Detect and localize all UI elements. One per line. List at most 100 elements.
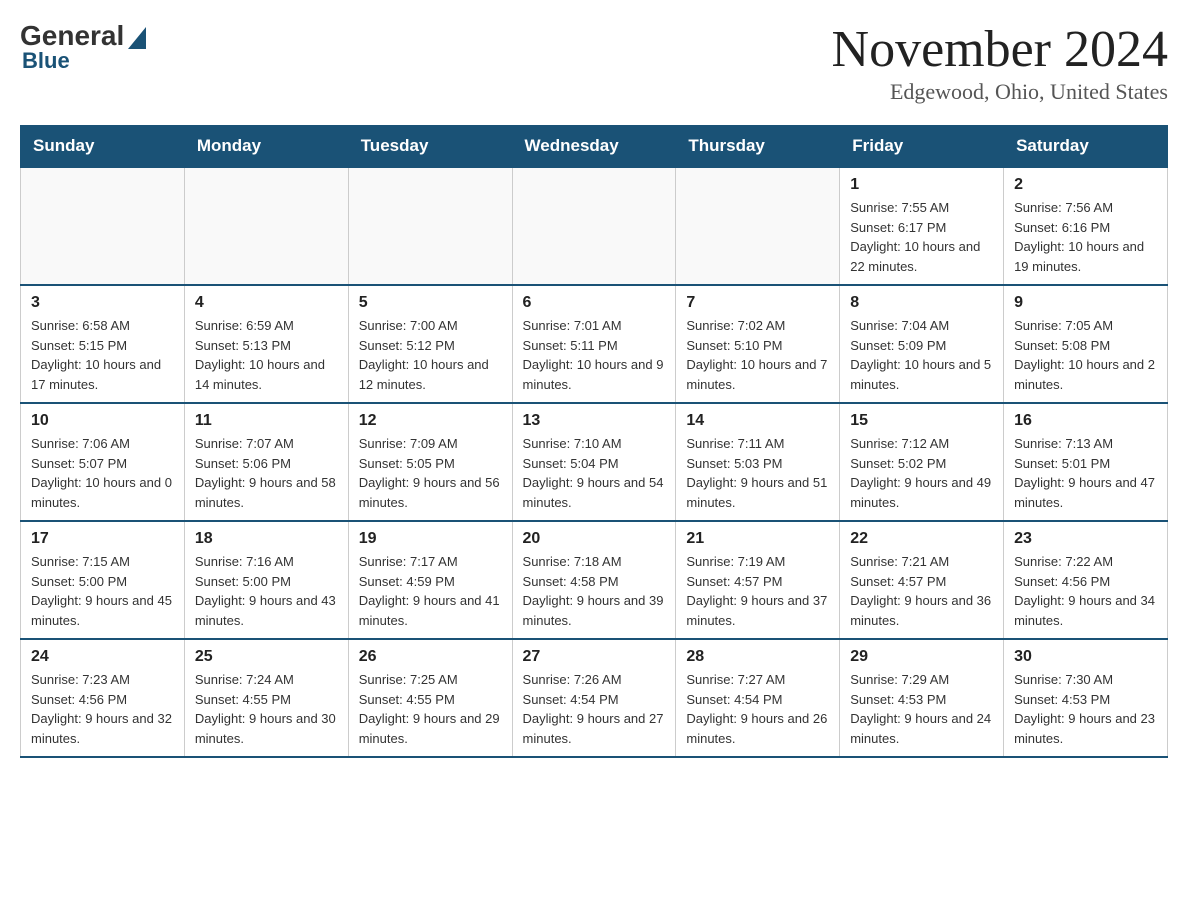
day-info: Sunrise: 7:29 AM Sunset: 4:53 PM Dayligh… [850,670,993,748]
calendar-cell: 29 Sunrise: 7:29 AM Sunset: 4:53 PM Dayli… [840,639,1004,757]
day-info: Sunrise: 7:00 AM Sunset: 5:12 PM Dayligh… [359,316,502,394]
calendar-cell: 11Sunrise: 7:07 AM Sunset: 5:06 PM Dayli… [184,403,348,521]
day-info: Sunrise: 7:27 AM Sunset: 4:54 PM Dayligh… [686,670,829,748]
day-number: 9 [1014,294,1157,312]
day-info: Sunrise: 7:12 AM Sunset: 5:02 PM Dayligh… [850,434,993,512]
day-number: 4 [195,294,338,312]
calendar-cell [21,167,185,285]
day-number: 8 [850,294,993,312]
calendar-cell [348,167,512,285]
day-info: Sunrise: 7:06 AM Sunset: 5:07 PM Dayligh… [31,434,174,512]
calendar-week-row: 17 Sunrise: 7:15 AM Sunset: 5:00 PM Dayli… [21,521,1168,639]
calendar-cell: 7 Sunrise: 7:02 AM Sunset: 5:10 PM Daylig… [676,285,840,403]
day-info: Sunrise: 7:10 AM Sunset: 5:04 PM Dayligh… [523,434,666,512]
day-info: Sunrise: 6:59 AM Sunset: 5:13 PM Dayligh… [195,316,338,394]
day-number: 6 [523,294,666,312]
day-number: 1 [850,176,993,194]
day-number: 27 [523,648,666,666]
day-number: 19 [359,530,502,548]
weekday-header-tuesday: Tuesday [348,126,512,168]
title-section: November 2024 Edgewood, Ohio, United Sta… [832,20,1168,105]
calendar-cell: 16 Sunrise: 7:13 AM Sunset: 5:01 PM Dayli… [1004,403,1168,521]
calendar-cell: 12 Sunrise: 7:09 AM Sunset: 5:05 PM Dayli… [348,403,512,521]
day-number: 17 [31,530,174,548]
calendar-cell: 15 Sunrise: 7:12 AM Sunset: 5:02 PM Dayli… [840,403,1004,521]
day-info: Sunrise: 7:19 AM Sunset: 4:57 PM Dayligh… [686,552,829,630]
calendar-cell [184,167,348,285]
day-info: Sunrise: 7:26 AM Sunset: 4:54 PM Dayligh… [523,670,666,748]
day-number: 20 [523,530,666,548]
calendar-cell: 2 Sunrise: 7:56 AM Sunset: 6:16 PM Daylig… [1004,167,1168,285]
calendar-cell: 28 Sunrise: 7:27 AM Sunset: 4:54 PM Dayli… [676,639,840,757]
calendar-cell: 4 Sunrise: 6:59 AM Sunset: 5:13 PM Daylig… [184,285,348,403]
calendar-cell: 5 Sunrise: 7:00 AM Sunset: 5:12 PM Daylig… [348,285,512,403]
weekday-header-friday: Friday [840,126,1004,168]
calendar-cell: 17 Sunrise: 7:15 AM Sunset: 5:00 PM Dayli… [21,521,185,639]
calendar-cell: 13 Sunrise: 7:10 AM Sunset: 5:04 PM Dayli… [512,403,676,521]
day-info: Sunrise: 7:01 AM Sunset: 5:11 PM Dayligh… [523,316,666,394]
day-info: Sunrise: 7:11 AM Sunset: 5:03 PM Dayligh… [686,434,829,512]
calendar-cell: 10 Sunrise: 7:06 AM Sunset: 5:07 PM Dayli… [21,403,185,521]
day-number: 25 [195,648,338,666]
day-number: 5 [359,294,502,312]
day-info: Sunrise: 7:24 AM Sunset: 4:55 PM Dayligh… [195,670,338,748]
calendar-table: SundayMondayTuesdayWednesdayThursdayFrid… [20,125,1168,758]
day-info: Sunrise: 7:05 AM Sunset: 5:08 PM Dayligh… [1014,316,1157,394]
logo-triangle-icon [128,27,146,49]
weekday-header-saturday: Saturday [1004,126,1168,168]
day-info: Sunrise: 7:13 AM Sunset: 5:01 PM Dayligh… [1014,434,1157,512]
calendar-cell: 3 Sunrise: 6:58 AM Sunset: 5:15 PM Daylig… [21,285,185,403]
day-info: Sunrise: 7:56 AM Sunset: 6:16 PM Dayligh… [1014,198,1157,276]
day-info: Sunrise: 7:15 AM Sunset: 5:00 PM Dayligh… [31,552,174,630]
weekday-header-wednesday: Wednesday [512,126,676,168]
calendar-cell: 30 Sunrise: 7:30 AM Sunset: 4:53 PM Dayli… [1004,639,1168,757]
day-info: Sunrise: 6:58 AM Sunset: 5:15 PM Dayligh… [31,316,174,394]
weekday-header-row: SundayMondayTuesdayWednesdayThursdayFrid… [21,126,1168,168]
calendar-cell: 18Sunrise: 7:16 AM Sunset: 5:00 PM Dayli… [184,521,348,639]
calendar-cell: 9 Sunrise: 7:05 AM Sunset: 5:08 PM Daylig… [1004,285,1168,403]
calendar-cell: 21 Sunrise: 7:19 AM Sunset: 4:57 PM Dayli… [676,521,840,639]
calendar-cell [512,167,676,285]
day-number: 7 [686,294,829,312]
day-info: Sunrise: 7:17 AM Sunset: 4:59 PM Dayligh… [359,552,502,630]
day-number: 10 [31,412,174,430]
day-number: 23 [1014,530,1157,548]
calendar-cell: 6 Sunrise: 7:01 AM Sunset: 5:11 PM Daylig… [512,285,676,403]
day-info: Sunrise: 7:18 AM Sunset: 4:58 PM Dayligh… [523,552,666,630]
day-info: Sunrise: 7:16 AM Sunset: 5:00 PM Dayligh… [195,552,338,630]
calendar-cell: 1 Sunrise: 7:55 AM Sunset: 6:17 PM Daylig… [840,167,1004,285]
calendar-cell: 19 Sunrise: 7:17 AM Sunset: 4:59 PM Dayli… [348,521,512,639]
day-number: 24 [31,648,174,666]
day-number: 29 [850,648,993,666]
day-number: 14 [686,412,829,430]
day-number: 15 [850,412,993,430]
day-number: 2 [1014,176,1157,194]
day-number: 13 [523,412,666,430]
calendar-cell: 26Sunrise: 7:25 AM Sunset: 4:55 PM Dayli… [348,639,512,757]
day-number: 22 [850,530,993,548]
location-subtitle: Edgewood, Ohio, United States [832,79,1168,105]
logo-blue-text: Blue [22,48,70,74]
day-number: 30 [1014,648,1157,666]
day-number: 28 [686,648,829,666]
day-info: Sunrise: 7:02 AM Sunset: 5:10 PM Dayligh… [686,316,829,394]
month-year-title: November 2024 [832,20,1168,79]
day-info: Sunrise: 7:22 AM Sunset: 4:56 PM Dayligh… [1014,552,1157,630]
weekday-header-monday: Monday [184,126,348,168]
day-info: Sunrise: 7:21 AM Sunset: 4:57 PM Dayligh… [850,552,993,630]
day-info: Sunrise: 7:30 AM Sunset: 4:53 PM Dayligh… [1014,670,1157,748]
page-header: General Blue November 2024 Edgewood, Ohi… [20,20,1168,105]
day-info: Sunrise: 7:55 AM Sunset: 6:17 PM Dayligh… [850,198,993,276]
calendar-cell: 27 Sunrise: 7:26 AM Sunset: 4:54 PM Dayli… [512,639,676,757]
day-info: Sunrise: 7:23 AM Sunset: 4:56 PM Dayligh… [31,670,174,748]
weekday-header-sunday: Sunday [21,126,185,168]
calendar-cell: 8Sunrise: 7:04 AM Sunset: 5:09 PM Daylig… [840,285,1004,403]
calendar-cell: 24 Sunrise: 7:23 AM Sunset: 4:56 PM Dayli… [21,639,185,757]
day-info: Sunrise: 7:09 AM Sunset: 5:05 PM Dayligh… [359,434,502,512]
calendar-cell: 25 Sunrise: 7:24 AM Sunset: 4:55 PM Dayli… [184,639,348,757]
day-number: 3 [31,294,174,312]
day-number: 16 [1014,412,1157,430]
day-number: 21 [686,530,829,548]
calendar-cell [676,167,840,285]
day-number: 12 [359,412,502,430]
